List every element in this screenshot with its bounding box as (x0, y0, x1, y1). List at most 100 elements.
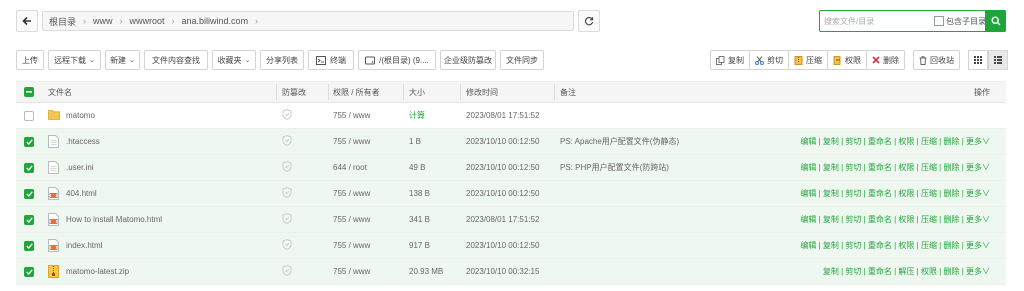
batch-delete-button[interactable]: 删除 (867, 51, 904, 69)
file-name-cell[interactable]: index.html (48, 238, 102, 253)
row-checkbox[interactable] (24, 162, 34, 173)
row-actions[interactable]: 编辑 | 复制 | 剪切 | 重命名 | 权限 | 压缩 | 删除 | 更多∨ (800, 188, 990, 199)
table-row[interactable]: How to install Matomo.html 755 / www 341 B… (16, 207, 1006, 233)
search-button[interactable] (985, 10, 1006, 32)
upload-button[interactable]: 上传 (16, 50, 44, 70)
grid-view-button[interactable] (968, 50, 988, 70)
file-name[interactable]: .user.ini (66, 163, 94, 172)
row-checkbox[interactable] (24, 188, 34, 199)
breadcrumb-item-site[interactable]: ana.biliwind.com › (182, 16, 266, 26)
file-name[interactable]: .htaccess (66, 137, 100, 146)
permission-owner[interactable]: 755 / www (333, 189, 370, 198)
column-divider (328, 84, 329, 100)
tamper-shield-icon[interactable] (282, 239, 292, 252)
header-size[interactable]: 大小 (409, 87, 425, 98)
modified-time: 2023/08/01 17:51:52 (466, 215, 540, 224)
select-all-checkbox[interactable] (24, 87, 34, 97)
new-dropdown[interactable]: 新建 ⌄ (105, 50, 140, 70)
file-name-cell[interactable]: 404.html (48, 186, 97, 201)
batch-permission-button[interactable]: 权限 (828, 51, 867, 69)
header-permission: 权限 / 所有者 (333, 87, 380, 97)
file-size[interactable]: 计算 (409, 110, 425, 121)
recycle-bin-button[interactable]: 回收站 (914, 51, 959, 69)
recycle-group: 回收站 (913, 50, 960, 70)
table-row[interactable]: .htaccess 755 / www 1 B 2023/10/10 00:12:50… (16, 129, 1006, 155)
remote-download-dropdown[interactable]: 远程下载 ⌄ (48, 50, 101, 70)
list-view-button[interactable] (988, 50, 1008, 70)
tamper-shield-icon[interactable] (282, 135, 292, 148)
column-divider (403, 84, 404, 100)
permission-owner[interactable]: 755 / www (333, 241, 370, 250)
row-actions[interactable]: 编辑 | 复制 | 剪切 | 重命名 | 权限 | 压缩 | 删除 | 更多∨ (800, 162, 990, 173)
row-actions[interactable]: 编辑 | 复制 | 剪切 | 重命名 | 权限 | 压缩 | 删除 | 更多∨ (800, 214, 990, 225)
permission-owner[interactable]: 755 / www (333, 215, 370, 224)
breadcrumb[interactable]: 根目录 › www › wwwroot › ana.biliwind.com › (42, 11, 574, 31)
checkbox (934, 16, 944, 26)
tamper-shield-icon[interactable] (282, 109, 292, 122)
file-name-cell[interactable]: matomo (48, 109, 95, 123)
file-name-cell[interactable]: .user.ini (48, 160, 94, 175)
row-actions[interactable]: 编辑 | 复制 | 剪切 | 重命名 | 权限 | 压缩 | 删除 | 更多∨ (800, 136, 990, 147)
batch-cut-button[interactable]: 剪切 (750, 51, 789, 69)
permission-owner[interactable]: 755 / www (333, 111, 370, 120)
row-checkbox[interactable] (24, 214, 34, 225)
refresh-button[interactable] (578, 10, 600, 32)
chevron-right-icon: › (255, 16, 259, 26)
favorites-dropdown[interactable]: 收藏夹 ⌄ (212, 50, 256, 70)
include-subdir-checkbox[interactable]: 包含子目录 (934, 16, 986, 27)
file-name-cell[interactable]: How to install Matomo.html (48, 212, 162, 227)
html-file-icon (48, 186, 60, 201)
table-row[interactable]: matomo 755 / www 计算 2023/08/01 17:51:52 (16, 103, 1006, 129)
table-row[interactable]: index.html 755 / www 917 B 2023/10/10 00:12… (16, 233, 1006, 259)
table-row[interactable]: matomo-latest.zip 755 / www 20.93 MB 2023/1… (16, 259, 1006, 285)
tamper-shield-icon[interactable] (282, 161, 292, 174)
row-checkbox[interactable] (24, 110, 34, 121)
row-checkbox[interactable] (24, 136, 34, 147)
file-name[interactable]: index.html (66, 241, 102, 250)
row-checkbox[interactable] (24, 240, 34, 251)
permission-owner[interactable]: 755 / www (333, 267, 370, 276)
file-table: 文件名 防篡改 权限 / 所有者 大小 修改时间 备注 操作 matomo 755… (16, 81, 1006, 285)
tamper-shield-icon[interactable] (282, 213, 292, 226)
file-name[interactable]: matomo-latest.zip (66, 267, 129, 276)
row-checkbox[interactable] (24, 266, 34, 277)
row-actions[interactable]: 编辑 | 复制 | 剪切 | 重命名 | 权限 | 压缩 | 删除 | 更多∨ (800, 240, 990, 251)
batch-copy-button[interactable]: 复制 (711, 51, 750, 69)
file-name[interactable]: 404.html (66, 189, 97, 198)
share-list-button[interactable]: 分享列表 (260, 50, 304, 70)
file-name[interactable]: How to install Matomo.html (66, 215, 162, 224)
search-input[interactable] (820, 11, 930, 31)
file-manager: 根目录› www› wwwroot› ana.biliwind.com› 包含子… (0, 0, 1024, 291)
breadcrumb-item-root[interactable]: 根目录 › (49, 15, 93, 28)
permission-owner[interactable]: 755 / www (333, 137, 370, 146)
row-actions[interactable]: 复制 | 剪切 | 重命名 | 解压 | 权限 | 删除 | 更多∨ (823, 266, 990, 277)
file-name[interactable]: matomo (66, 111, 95, 120)
grid-icon (974, 56, 982, 64)
back-button[interactable] (16, 10, 38, 32)
header-modified-time[interactable]: 修改时间 (466, 87, 498, 98)
permission-owner[interactable]: 644 / root (333, 163, 367, 172)
file-note[interactable]: PS: PHP用户配置文件(防跨站) (560, 162, 669, 173)
file-name-cell[interactable]: .htaccess (48, 134, 100, 149)
file-sync-button[interactable]: 文件同步 (500, 50, 544, 70)
file-note[interactable]: PS: Apache用户配置文件(伪静态) (560, 136, 679, 147)
tamper-shield-icon[interactable] (282, 265, 292, 278)
breadcrumb-item-wwwroot[interactable]: wwwroot › (130, 16, 182, 26)
chevron-down-icon: ⌄ (244, 57, 251, 64)
disk-button[interactable]: /(根目录) (9.... (358, 50, 436, 70)
batch-compress-button[interactable]: 压缩 (789, 51, 828, 69)
tamper-proof-button[interactable]: 企业级防篡改 (440, 50, 496, 70)
breadcrumb-item-www[interactable]: www › (93, 16, 130, 26)
file-name-cell[interactable]: matomo-latest.zip (48, 264, 129, 279)
terminal-button[interactable]: 终端 (308, 50, 354, 70)
modified-time: 2023/10/10 00:12:50 (466, 189, 540, 198)
table-row[interactable]: 404.html 755 / www 138 B 2023/10/10 00:12:5… (16, 181, 1006, 207)
batch-action-group: 复制 剪切 压缩 权限 删除 (710, 50, 905, 70)
content-search-button[interactable]: 文件内容查找 (144, 50, 208, 70)
table-row[interactable]: .user.ini 644 / root 49 B 2023/10/10 00:12:… (16, 155, 1006, 181)
tamper-shield-icon[interactable] (282, 187, 292, 200)
html-file-icon (48, 212, 60, 227)
file-size: 1 B (409, 137, 422, 146)
folder-icon (48, 109, 60, 123)
header-name[interactable]: 文件名 (48, 87, 72, 98)
